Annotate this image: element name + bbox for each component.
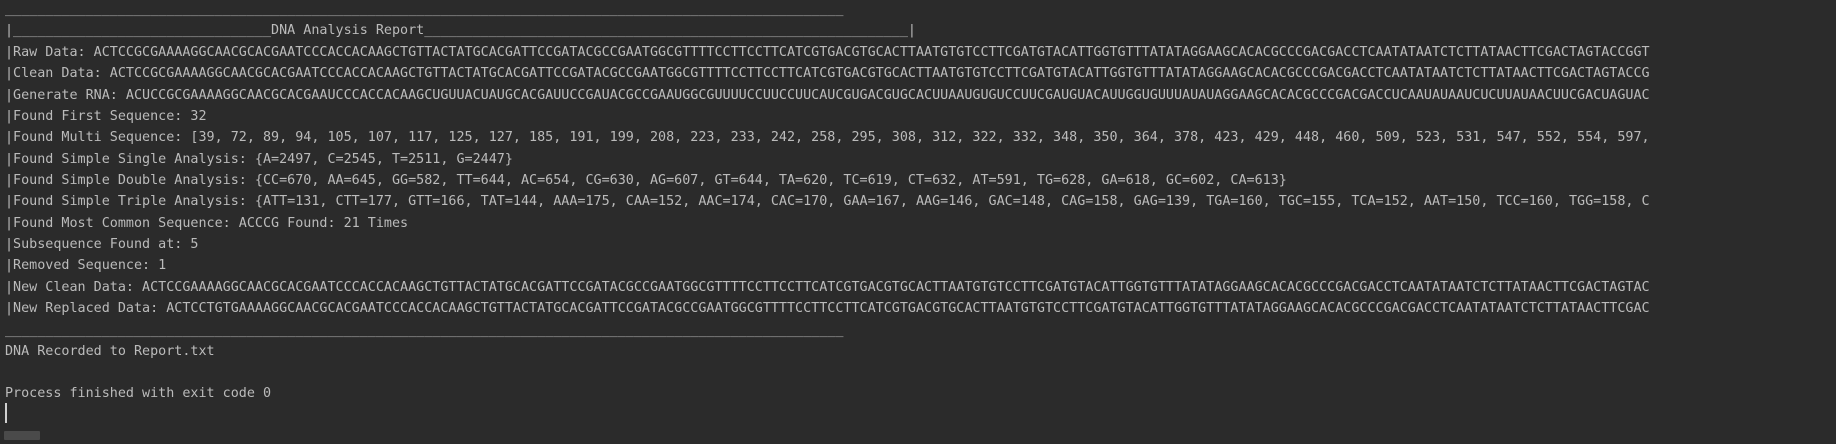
double-analysis-line: |Found Simple Double Analysis: {CC=670, … — [5, 173, 1287, 188]
most-common-sequence-line: |Found Most Common Sequence: ACCCG Found… — [5, 216, 409, 231]
single-analysis-line: |Found Simple Single Analysis: {A=2497, … — [5, 152, 513, 167]
new-replaced-data-line: |New Replaced Data: ACTCCTGTGAAAAGGCAACG… — [5, 301, 1650, 316]
new-clean-data-line: |New Clean Data: ACTCCGAAAAGGCAACGCACGAA… — [5, 280, 1650, 295]
triple-analysis-line: |Found Simple Triple Analysis: {ATT=131,… — [5, 194, 1650, 209]
horizontal-scrollbar-thumb[interactable] — [4, 431, 40, 440]
generate-rna-line: |Generate RNA: ACUCCGCGAAAAGGCAACGCACGAA… — [5, 88, 1650, 103]
raw-data-line: |Raw Data: ACTCCGCGAAAAGGCAACGCACGAATCCC… — [5, 45, 1650, 60]
removed-sequence-line: |Removed Sequence: 1 — [5, 258, 167, 273]
exit-code-line: Process finished with exit code 0 — [5, 386, 272, 401]
run-console-output[interactable]: ________________________________________… — [0, 0, 1836, 444]
subsequence-found-line: |Subsequence Found at: 5 — [5, 237, 199, 252]
report-header-line: |________________________________DNA Ana… — [5, 23, 916, 38]
text-cursor — [5, 403, 7, 423]
clean-data-line: |Clean Data: ACTCCGCGAAAAGGCAACGCACGAATC… — [5, 66, 1650, 81]
recorded-message-line: DNA Recorded to Report.txt — [5, 344, 215, 359]
found-first-sequence-line: |Found First Sequence: 32 — [5, 109, 207, 124]
found-multi-sequence-line: |Found Multi Sequence: [39, 72, 89, 94, … — [5, 130, 1650, 145]
border-top-line: ________________________________________… — [5, 2, 844, 17]
border-bottom-line: ________________________________________… — [5, 323, 844, 338]
